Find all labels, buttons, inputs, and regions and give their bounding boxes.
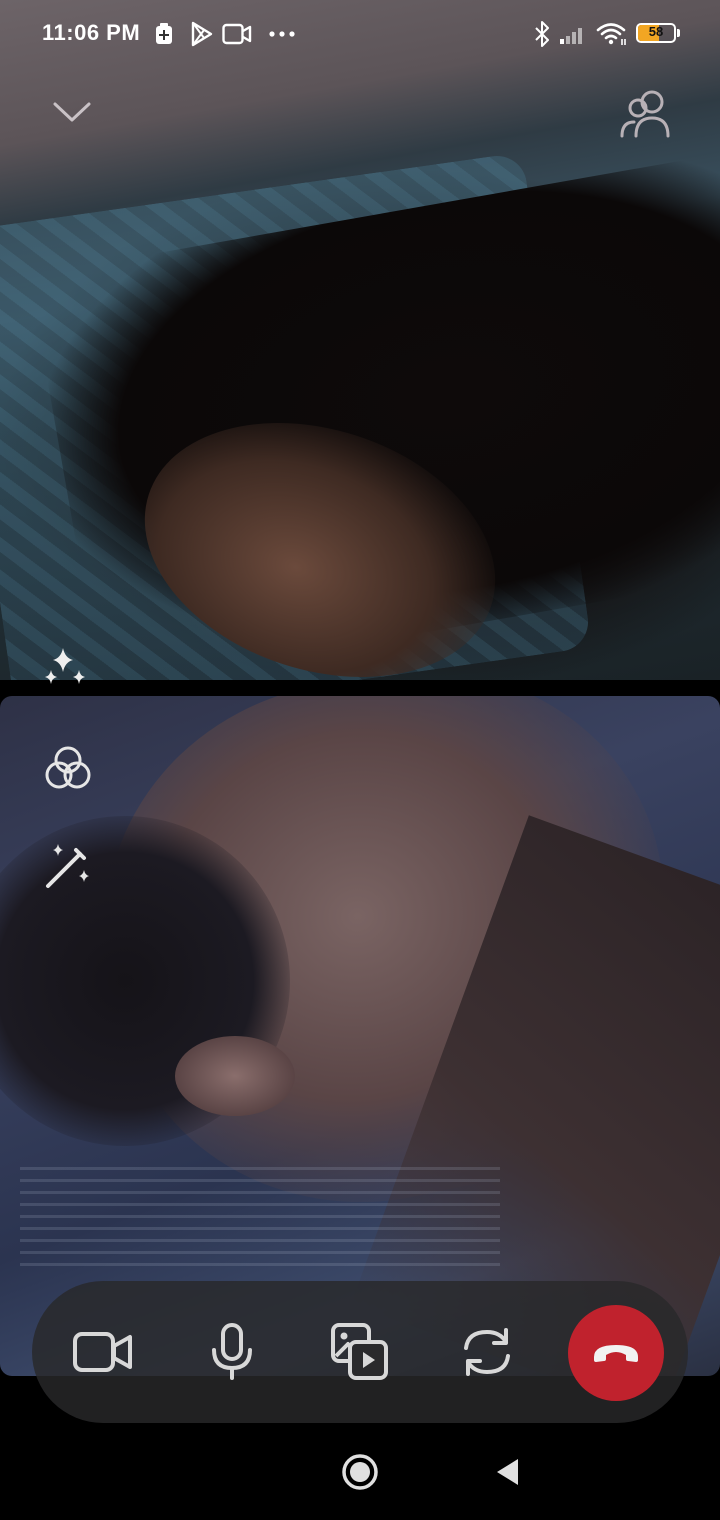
filters-button[interactable]: [40, 740, 96, 796]
wifi-icon: [596, 20, 628, 48]
magic-wand-button[interactable]: [40, 838, 96, 894]
collapse-button[interactable]: [46, 86, 98, 138]
flip-camera-button[interactable]: [446, 1311, 528, 1393]
media-share-icon: [331, 1323, 388, 1380]
chevron-down-icon: [53, 102, 91, 122]
back-triangle-icon: [497, 1459, 518, 1485]
back-button[interactable]: [484, 1448, 532, 1496]
hang-up-icon: [594, 1345, 638, 1362]
remote-video-feed[interactable]: [0, 0, 720, 680]
video-call-icon: [222, 20, 252, 48]
battery-nub: [677, 29, 680, 37]
status-bar: 11:06 PM 58: [0, 0, 720, 68]
status-time: 11:06 PM: [42, 20, 141, 45]
local-video-feed[interactable]: [0, 696, 720, 1376]
home-circle-icon: [342, 1454, 378, 1490]
battery-icon: 58: [636, 23, 676, 43]
bluetooth-icon: [532, 20, 552, 48]
microphone-toggle-button[interactable]: [191, 1311, 273, 1393]
magic-wand-icon: [46, 844, 89, 888]
local-video-blinds: [20, 1166, 500, 1266]
video-camera-icon: [73, 1332, 132, 1372]
local-video-ear: [175, 1036, 295, 1116]
filters-icon: [45, 746, 91, 789]
video-call-screen: 11:06 PM 58: [0, 0, 720, 1520]
effects-button[interactable]: [38, 640, 98, 694]
signal-icon: [558, 20, 588, 48]
end-call-button[interactable]: [568, 1305, 664, 1401]
call-controls-bar: [32, 1281, 688, 1423]
microphone-icon: [212, 1323, 252, 1380]
add-participants-icon: [620, 90, 670, 138]
home-button[interactable]: [336, 1448, 384, 1496]
flip-camera-icon: [464, 1328, 510, 1376]
more-dots-icon: [268, 20, 296, 48]
battery-level: 58: [648, 24, 664, 39]
navigation-bar: [0, 1424, 720, 1520]
camera-toggle-button[interactable]: [62, 1311, 144, 1393]
sparkles-icon: [45, 648, 85, 684]
play-store-icon: [188, 20, 216, 48]
share-media-button[interactable]: [319, 1311, 401, 1393]
add-participants-button[interactable]: [616, 84, 680, 140]
battery-saver-icon: [154, 20, 174, 48]
